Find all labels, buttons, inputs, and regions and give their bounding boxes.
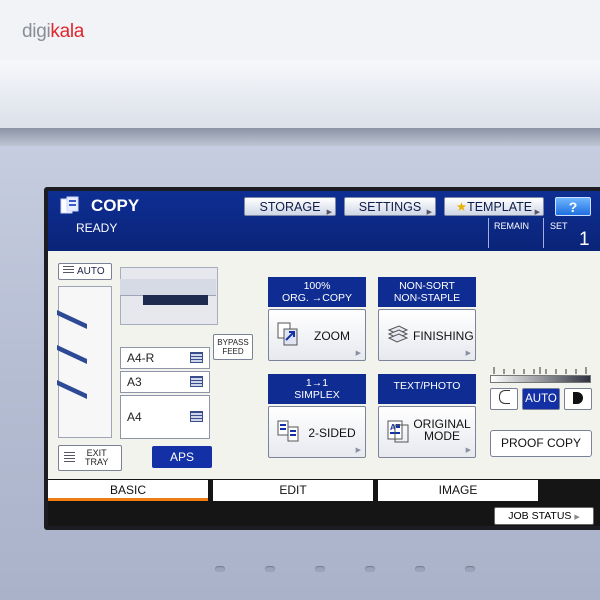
arrow-right-icon: ▶ [465,447,471,454]
paper-auto-button[interactable]: AUTO [58,263,112,280]
lighter-button[interactable] [490,388,518,410]
duplex-ratio: 1→1 [305,377,329,389]
paper-level-icon [190,352,203,363]
arrow-right-icon: ▶ [326,209,332,216]
divider [488,218,489,248]
drawer-label: A4 [127,410,142,424]
remain-label: REMAIN [494,221,530,231]
sort-mode: NON-SORT [399,280,455,292]
zoom-ratio: 100% [303,280,331,292]
template-label: TEMPLATE [467,200,533,214]
touch-screen: COPY STORAGE ▶ SETTINGS ▶ ★TEMPLATE ▶ ? REA… [48,191,600,526]
vent-slot [315,566,325,572]
two-sided-button[interactable]: 2-SIDED ▶ [268,406,366,458]
zoom-label: ZOOM [314,329,350,343]
zoom-status: 100% ORG. →COPY [268,277,366,307]
copy-icon [60,196,79,214]
vent-slot [215,566,225,572]
original-mode-status: TEXT/PHOTO [378,374,476,404]
drawer-a4[interactable]: A4 [120,395,210,439]
exit-tray-label: TRAY [85,457,109,467]
duplex-status: 1→1 SIMPLEX [268,374,366,404]
finisher-tray [57,345,87,364]
divider [543,218,544,248]
tab-basic[interactable]: BASIC [48,480,208,501]
zoom-button[interactable]: ZOOM ▶ [268,309,366,361]
arrow-right-icon: ▶ [355,447,361,454]
paper-auto-label: AUTO [77,266,105,277]
job-status-button[interactable]: JOB STATUS ▶ [494,507,594,525]
arrow-right-icon: ▶ [465,350,471,357]
drawer-a4r[interactable]: A4-R [120,347,210,369]
header-bar: COPY STORAGE ▶ SETTINGS ▶ ★TEMPLATE ▶ ? REA… [48,191,600,251]
set-label: SET [550,221,568,231]
half-moon-light-icon [498,390,510,404]
density-scale [493,367,587,374]
device-ledge [0,128,600,148]
finishing-icon [387,325,409,343]
proof-copy-button[interactable]: PROOF COPY [490,430,592,457]
finishing-button[interactable]: FINISHING ▶ [378,309,476,361]
two-sided-icon [277,420,299,442]
density-gradient [490,375,591,383]
storage-label: STORAGE [259,200,321,214]
paper-stack-icon [63,266,74,275]
tab-edit[interactable]: EDIT [213,480,373,501]
tab-image[interactable]: IMAGE [378,480,538,501]
vent-slot [465,566,475,572]
finisher-tray [57,310,87,329]
template-button[interactable]: ★TEMPLATE ▶ [444,197,544,216]
arrow-right-icon: ▶ [574,514,580,521]
duplex-mode: SIMPLEX [294,389,340,401]
set-count: 1 [579,229,590,250]
zoom-icon [277,322,298,346]
exit-tray-button[interactable]: EXIT TRAY [58,445,122,471]
original-mode-icon: A [387,420,409,443]
drawer-label: A4-R [127,351,155,365]
paper-level-icon [190,376,203,387]
status-text: READY [76,221,118,235]
zoom-mode: ORG. →COPY [281,292,352,304]
arrow-right-icon: ▶ [355,350,361,357]
drawer-a3[interactable]: A3 [120,371,210,393]
original-mode-button[interactable]: A ORIGINAL MODE ▶ [378,406,476,458]
settings-label: SETTINGS [358,200,422,214]
arrow-right-icon: ▶ [534,209,540,216]
density-auto-button[interactable]: AUTO [522,388,560,410]
help-button[interactable]: ? [555,197,591,216]
settings-button[interactable]: SETTINGS ▶ [344,197,436,216]
digikala-logo: digikala [22,21,85,42]
two-sided-label: 2-SIDED [308,426,356,440]
star-icon: ★ [455,200,468,214]
half-moon-dark-icon [573,392,583,404]
aps-button[interactable]: APS [152,446,212,468]
darker-button[interactable] [564,388,592,410]
original-mode-value: TEXT/PHOTO [393,380,461,392]
vent-slot [265,566,275,572]
finisher-illustration [57,286,112,438]
copier-control-panel [143,295,208,305]
storage-button[interactable]: STORAGE ▶ [244,197,336,216]
page-title: COPY [91,196,140,215]
job-status-label: JOB STATUS [508,510,572,522]
staple-mode: NON-STAPLE [393,292,461,304]
drawer-label: A3 [127,375,142,389]
original-mode-label: ORIGINAL MODE [413,418,471,442]
finisher-tray [57,380,87,399]
finishing-status: NON-SORT NON-STAPLE [378,277,476,307]
tray-icon [64,452,75,462]
arrow-right-icon: ▶ [426,209,432,216]
bypass-feed-button[interactable]: BYPASS FEED [213,334,253,360]
paper-level-icon [190,411,203,422]
copier-scanner [120,279,216,296]
vent-slot [415,566,425,572]
original-mode-label-line: MODE [424,429,460,443]
finishing-label: FINISHING [413,329,474,343]
bypass-label: FEED [222,347,244,356]
vent-slot [365,566,375,572]
bypass-label: BYPASS [217,338,249,347]
